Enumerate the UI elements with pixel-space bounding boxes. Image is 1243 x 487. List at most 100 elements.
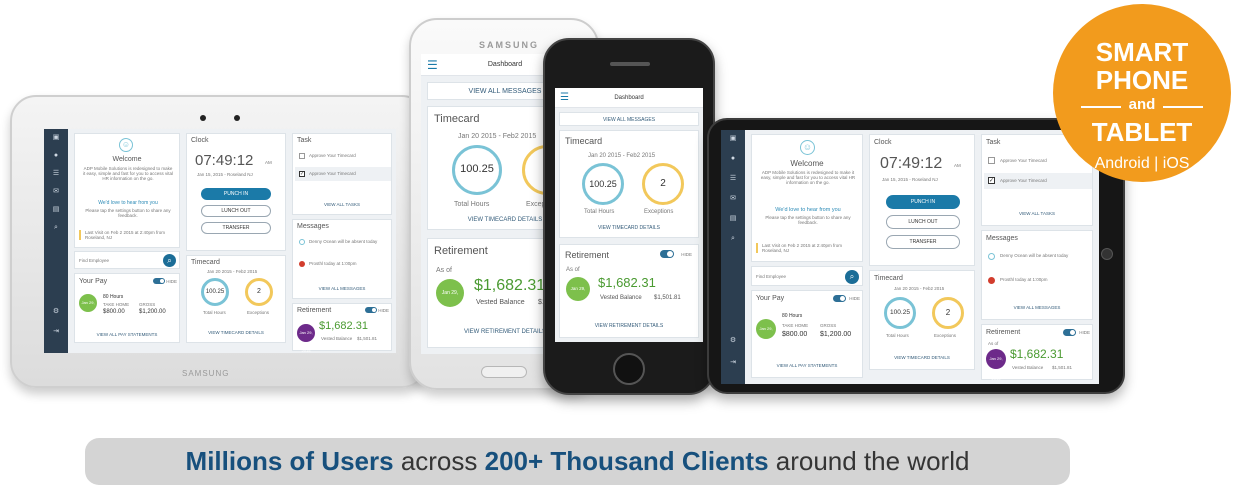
iphone-device: ☰ Dashboard VIEW ALL MESSAGES Timecard J… [543, 38, 715, 395]
search-nav-icon[interactable]: ⌕ [726, 234, 740, 244]
timecard-range: Jan 20 2015 - Feb2 2015 [894, 286, 945, 291]
logout-nav-icon[interactable]: ⇥ [49, 327, 63, 337]
tablet-screen: ▣ ● ☰ ✉ ▤ ⌕ ⚙ ⇥ ☺ Welcome ADP Mobile Sol… [44, 129, 396, 353]
home-button[interactable] [613, 353, 645, 385]
retirement-title: Retirement [434, 245, 488, 257]
side-nav: ▣ ● ☰ ✉ ▤ ⌕ ⚙ ⇥ [44, 129, 68, 353]
task-item[interactable]: Approve Your Timecard [1000, 158, 1047, 163]
header-title: Dashboard [614, 95, 644, 101]
menu-icon[interactable]: ☰ [427, 54, 438, 76]
team-nav-icon[interactable]: ☰ [726, 174, 740, 184]
clock-ampm: AM [954, 163, 961, 168]
gross-label: GROSS [820, 323, 837, 328]
view-retirement-link[interactable]: VIEW RETIREMENT DETAILS [560, 323, 698, 329]
view-messages-link[interactable]: VIEW ALL MESSAGES [560, 117, 698, 123]
retirement-title: Retirement [986, 329, 1021, 336]
retirement-card: Retirement HIDE As of Jan 29, 2015 $1,68… [981, 324, 1093, 381]
search-icon[interactable]: ⌕ [845, 270, 859, 284]
feedback-heading[interactable]: We'd love to hear from you [79, 200, 177, 206]
search-nav-icon[interactable]: ⌕ [49, 223, 63, 233]
lunch-out-button[interactable]: LUNCH OUT [201, 205, 271, 217]
task-item[interactable]: Approve Your Timecard [309, 153, 356, 158]
app-header: ☰ Dashboard [555, 88, 703, 108]
message-item[interactable]: Denny Ocean will be absent today [1000, 253, 1088, 258]
view-tasks-link[interactable]: VIEW ALL TASKS [293, 202, 391, 207]
task-checkbox-checked[interactable]: ✓ [299, 171, 305, 177]
pay-hours: 80 Hours [103, 294, 124, 300]
lunch-out-button[interactable]: LUNCH OUT [886, 215, 960, 229]
total-hours-label: Total Hours [584, 209, 615, 215]
vested-label: Vested Balance [600, 295, 642, 301]
message-item[interactable]: Prosthl today at 1:00pm [309, 261, 389, 266]
task-item[interactable]: Approve Your Timecard [309, 171, 356, 176]
view-timecard-link[interactable]: VIEW TIMECARD DETAILS [187, 330, 285, 335]
vested-label: Vested Balance [476, 299, 525, 306]
view-tasks-link[interactable]: VIEW ALL TASKS [982, 211, 1092, 216]
settings-nav-icon[interactable]: ⚙ [49, 307, 63, 317]
exceptions-ring: 2 [245, 278, 273, 306]
total-hours-label: Total Hours [886, 333, 909, 338]
task-card: Task Approve Your Timecard ✓ Approve You… [292, 133, 392, 215]
inbox-nav-icon[interactable]: ✉ [726, 194, 740, 204]
find-employee-input[interactable]: Find Employee [756, 274, 786, 279]
view-timecard-link[interactable]: VIEW TIMECARD DETAILS [870, 355, 974, 360]
clock-time: 07:49:12 [880, 155, 943, 172]
smiley-icon: ☺ [119, 138, 133, 152]
myself-nav-icon[interactable]: ● [726, 154, 740, 164]
clock-date: Jan 15, 2015 - Roseland NJ [882, 177, 938, 182]
view-messages-link[interactable]: VIEW ALL MESSAGES [982, 305, 1092, 310]
smiley-icon: ☺ [800, 140, 815, 155]
search-icon[interactable]: ⌕ [163, 254, 176, 267]
last-visit: Last Visit on Feb 2 2015 at 2:40pm from … [79, 230, 177, 240]
tablet-home-button[interactable] [1101, 248, 1113, 260]
take-home-label: TAKE HOME [103, 302, 130, 307]
find-employee-input[interactable]: Find Employee [79, 258, 109, 263]
pay-card: Your Pay HIDE Jan 29, 2015 80 Hours TAKE… [751, 290, 863, 378]
vested-label: Vested Balance [321, 336, 353, 341]
inbox-nav-icon[interactable]: ✉ [49, 187, 63, 197]
home-button[interactable] [481, 366, 527, 378]
retirement-hide-label: HIDE [681, 252, 692, 257]
view-messages-link[interactable]: VIEW ALL MESSAGES [293, 286, 391, 291]
message-item[interactable]: Prosthl today at 1:00pm [1000, 277, 1088, 282]
clock-title: Clock [874, 139, 892, 146]
view-pay-statements-link[interactable]: VIEW ALL PAY STATEMENTS [75, 332, 179, 337]
retirement-hide-toggle[interactable] [660, 250, 674, 258]
exceptions-ring: 2 [642, 163, 684, 205]
pay-title: Your Pay [756, 295, 785, 302]
badge-line-smart: SMART [1095, 37, 1189, 67]
menu-icon[interactable]: ☰ [560, 88, 569, 108]
retirement-hide-toggle[interactable] [1063, 329, 1076, 336]
view-timecard-link[interactable]: VIEW TIMECARD DETAILS [560, 225, 698, 231]
pay-hide-toggle[interactable] [833, 295, 846, 302]
feedback-heading[interactable]: We'd love to hear from you [756, 207, 860, 213]
vested-value: $1,501.81 [654, 295, 681, 301]
task-checkbox-checked[interactable]: ✓ [988, 177, 995, 184]
task-item[interactable]: Approve Your Timecard [1000, 178, 1047, 183]
schedule-nav-icon[interactable]: ▤ [49, 205, 63, 215]
pay-hide-toggle[interactable] [153, 278, 165, 284]
schedule-nav-icon[interactable]: ▤ [726, 214, 740, 224]
message-item[interactable]: Denny Ocean will be absent today [309, 239, 389, 244]
retirement-title: Retirement [565, 250, 610, 260]
retirement-hide-toggle[interactable] [365, 307, 377, 313]
banner-users: Millions of Users [185, 446, 394, 476]
team-nav-icon[interactable]: ☰ [49, 169, 63, 179]
as-of-label: As of [436, 267, 452, 274]
transfer-button[interactable]: TRANSFER [201, 222, 271, 234]
settings-nav-icon[interactable]: ⚙ [726, 336, 740, 346]
logout-nav-icon[interactable]: ⇥ [726, 358, 740, 368]
pay-card: Your Pay HIDE Jan 29, 2015 80 Hours TAKE… [74, 273, 180, 343]
find-employee-bar: Find Employee ⌕ [751, 266, 863, 286]
punch-in-button[interactable]: PUNCH IN [201, 188, 271, 200]
view-pay-statements-link[interactable]: VIEW ALL PAY STATEMENTS [752, 363, 862, 368]
find-employee-bar: Find Employee ⌕ [74, 251, 180, 269]
vested-label: Vested Balance [1012, 365, 1044, 370]
punch-in-button[interactable]: PUNCH IN [886, 195, 960, 209]
transfer-button[interactable]: TRANSFER [886, 235, 960, 249]
myself-nav-icon[interactable]: ● [49, 151, 63, 161]
vested-value: $1,501.81 [357, 336, 378, 341]
gross-label: GROSS [139, 302, 156, 307]
task-checkbox[interactable] [299, 153, 305, 159]
task-checkbox[interactable] [988, 157, 995, 164]
